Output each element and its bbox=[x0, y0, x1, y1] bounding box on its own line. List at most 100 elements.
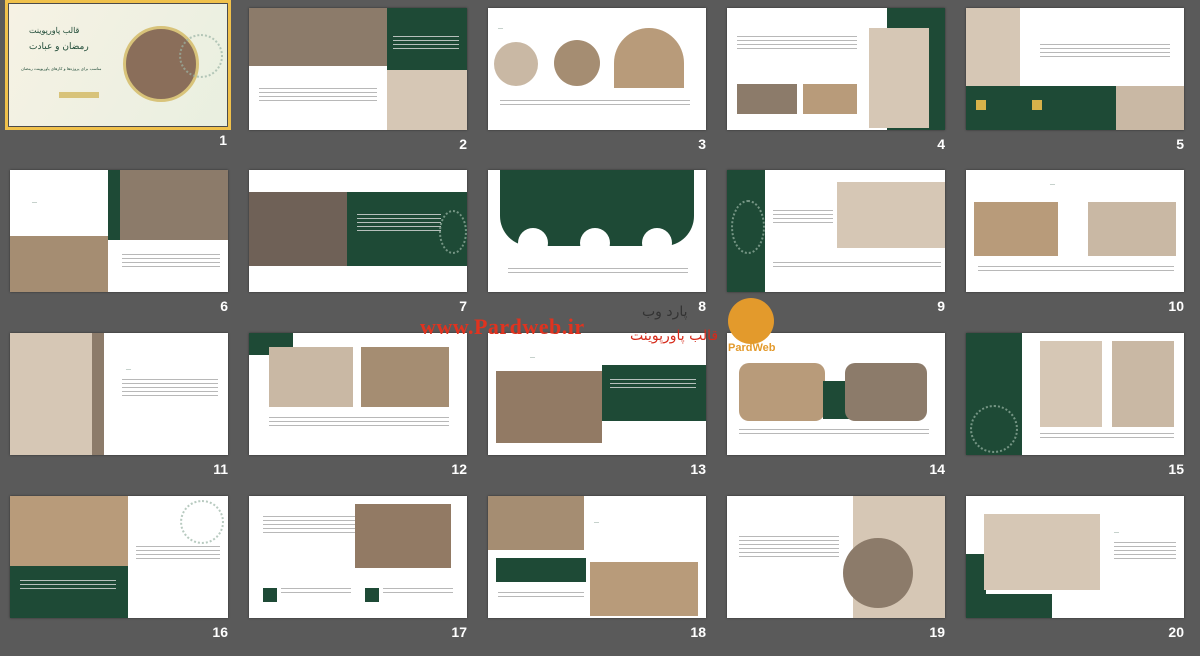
photo bbox=[984, 514, 1100, 590]
photo bbox=[10, 496, 128, 566]
slide-number: 11 bbox=[213, 461, 228, 477]
text-block bbox=[357, 214, 441, 232]
photo bbox=[1112, 341, 1174, 427]
text-block bbox=[508, 268, 688, 276]
text-block bbox=[737, 36, 857, 50]
watermark-brand-fa: پارد وب bbox=[642, 304, 688, 320]
slide-8[interactable] bbox=[488, 170, 706, 292]
mandala-decoration bbox=[970, 405, 1018, 453]
photo bbox=[120, 170, 228, 240]
slide-10[interactable]: ― bbox=[966, 170, 1184, 292]
photo bbox=[387, 70, 467, 130]
slide-2[interactable] bbox=[249, 8, 467, 130]
green-panel bbox=[10, 566, 128, 618]
slide-thumbnail-20[interactable]: ― 20 bbox=[966, 496, 1186, 656]
slide-thumbnail-16[interactable]: 16 bbox=[10, 496, 230, 656]
slide-19[interactable] bbox=[727, 496, 945, 618]
text-block bbox=[610, 379, 696, 391]
slide-thumbnail-19[interactable]: 19 bbox=[727, 496, 947, 656]
slide-number: 18 bbox=[690, 624, 706, 640]
photo bbox=[10, 236, 108, 292]
photo-circle bbox=[843, 538, 913, 608]
photo bbox=[249, 192, 355, 266]
slide-number: 19 bbox=[929, 624, 945, 640]
slide-thumbnail-17[interactable]: 17 bbox=[249, 496, 469, 656]
photo bbox=[496, 371, 602, 443]
watermark-logo-text: PardWeb bbox=[728, 342, 776, 354]
slide-description: مناسب برای پروژه‌ها و کارهای پاورپوینت ر… bbox=[21, 66, 102, 71]
slide-thumbnail-18[interactable]: ― 18 bbox=[488, 496, 708, 656]
photo bbox=[803, 84, 857, 114]
slide-thumbnail-2[interactable]: 2 bbox=[249, 8, 469, 168]
panther-logo-icon bbox=[728, 298, 774, 344]
watermark-tagline-fa: قالب پاورپوینت bbox=[630, 328, 719, 344]
text-block bbox=[20, 580, 116, 592]
text-block bbox=[122, 254, 220, 268]
gold-icon bbox=[976, 100, 986, 110]
photo-circle bbox=[494, 42, 538, 86]
photo bbox=[249, 8, 387, 66]
photo bbox=[590, 562, 698, 616]
slide-thumbnail-11[interactable]: ― 11 bbox=[10, 333, 230, 493]
text-block bbox=[136, 546, 220, 562]
slide-3[interactable]: ― bbox=[488, 8, 706, 130]
text-block bbox=[122, 379, 218, 399]
text-block bbox=[773, 262, 941, 270]
text-block bbox=[1040, 433, 1174, 439]
slide-number: 12 bbox=[451, 461, 467, 477]
slide-title: قالب پاورپوینت bbox=[29, 26, 80, 35]
text-block bbox=[383, 588, 453, 596]
slide-thumbnail-3[interactable]: ― 3 bbox=[488, 8, 708, 168]
watermark-url: www.Pardweb.ir bbox=[420, 314, 585, 339]
slide-number: 14 bbox=[929, 461, 945, 477]
slide-15[interactable] bbox=[966, 333, 1184, 455]
slide-subtitle: رمضان و عبادت bbox=[29, 42, 89, 52]
mandala-decoration bbox=[180, 500, 224, 544]
slide-number: 3 bbox=[698, 136, 706, 152]
slide-18[interactable]: ― bbox=[488, 496, 706, 618]
photo bbox=[10, 333, 92, 455]
slide-number: 15 bbox=[1168, 461, 1184, 477]
slide-6[interactable]: ― bbox=[10, 170, 228, 292]
mandala-decoration bbox=[439, 210, 467, 254]
slide-thumbnail-5[interactable]: 5 bbox=[966, 8, 1186, 168]
photo bbox=[974, 202, 1058, 256]
slide-thumbnail-1[interactable]: قالب پاورپوینت رمضان و عبادت مناسب برای … bbox=[5, 0, 231, 164]
slide-11[interactable]: ― bbox=[10, 333, 228, 455]
photo bbox=[845, 363, 927, 421]
slide-4[interactable] bbox=[727, 8, 945, 130]
slide-9[interactable] bbox=[727, 170, 945, 292]
icon-circle bbox=[642, 228, 672, 258]
slide-title: ― bbox=[594, 520, 599, 526]
slide-20[interactable]: ― bbox=[966, 496, 1184, 618]
photo bbox=[737, 84, 797, 114]
leaf-decoration bbox=[179, 34, 223, 78]
text-block bbox=[269, 417, 449, 429]
slide-title: ― bbox=[498, 26, 503, 32]
slide-5[interactable] bbox=[966, 8, 1184, 130]
slide-1[interactable]: قالب پاورپوینت رمضان و عبادت مناسب برای … bbox=[5, 0, 231, 130]
photo bbox=[488, 496, 584, 550]
slide-number: 17 bbox=[451, 624, 467, 640]
text-block bbox=[263, 516, 359, 534]
slide-7[interactable] bbox=[249, 170, 467, 292]
slide-title: ― bbox=[1050, 182, 1055, 188]
slide-17[interactable] bbox=[249, 496, 467, 618]
text-block bbox=[978, 266, 1174, 272]
photo bbox=[1040, 341, 1102, 427]
slide-number: 16 bbox=[212, 624, 228, 640]
slide-thumbnail-15[interactable]: 15 bbox=[966, 333, 1186, 493]
slide-thumbnail-6[interactable]: ― 6 bbox=[10, 170, 230, 330]
text-block bbox=[739, 429, 929, 435]
photo bbox=[1116, 86, 1184, 130]
slide-thumbnail-10[interactable]: ― 10 bbox=[966, 170, 1186, 330]
text-block bbox=[500, 100, 690, 106]
photo bbox=[966, 8, 1020, 86]
slide-number: 5 bbox=[1176, 136, 1184, 152]
slide-number: 1 bbox=[219, 132, 227, 148]
slide-thumbnail-4[interactable]: 4 bbox=[727, 8, 947, 168]
text-block bbox=[773, 210, 833, 224]
mandala-decoration bbox=[731, 200, 765, 254]
slide-16[interactable] bbox=[10, 496, 228, 618]
text-block bbox=[393, 36, 459, 50]
